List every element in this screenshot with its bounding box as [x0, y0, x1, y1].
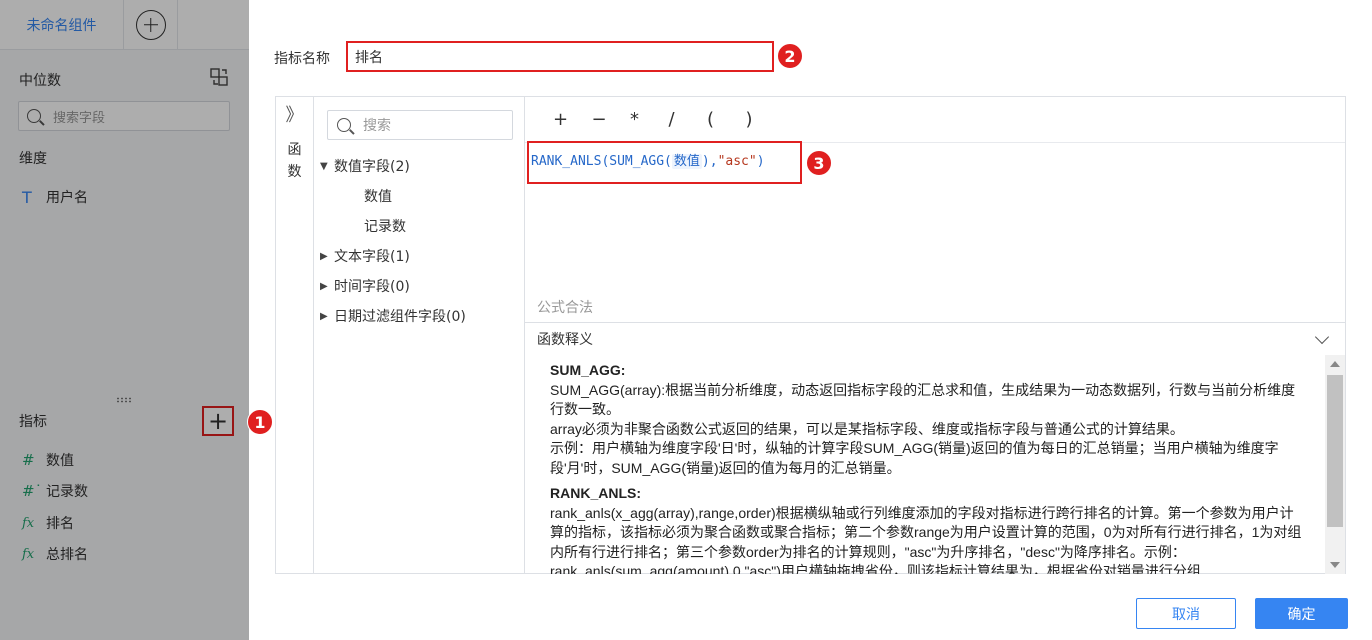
caret-right-icon: ▶	[320, 280, 328, 292]
metric-label: 排名	[46, 516, 74, 532]
formula-suffix: )	[756, 154, 765, 169]
tree-node-label: 数值字段(2)	[334, 159, 410, 175]
count-field-icon: #˙	[22, 482, 43, 500]
formula-area: + − * / ( ) RANK_ANLS(SUM_AGG(数值),"asc")…	[525, 97, 1345, 574]
tree-leaf-count[interactable]: 记录数	[364, 216, 406, 236]
search-icon	[337, 118, 351, 132]
formula-fx-icon: fx	[22, 515, 35, 531]
left-field-panel: 未命名组件 中位数 搜索字段 维度 T 用户名 指标 + # 数值 #˙ 记录数…	[0, 0, 249, 640]
operator-close-paren-button[interactable]: )	[746, 109, 785, 130]
explain-scrollbar[interactable]	[1325, 355, 1345, 574]
tree-search-placeholder: 搜索	[363, 118, 391, 134]
metric-title: 指标	[19, 414, 47, 430]
operator-multiply-button[interactable]: *	[630, 109, 669, 130]
operator-minus-button[interactable]: −	[592, 109, 631, 130]
formula-prefix: RANK_ANLS(SUM_AGG(	[531, 154, 672, 169]
copy-icon[interactable]	[210, 68, 228, 86]
tree-node-label: 文本字段(1)	[334, 249, 410, 265]
tree-node-text[interactable]: ▶ 文本字段(1)	[320, 246, 410, 266]
formula-field-chip[interactable]: 数值	[671, 154, 702, 169]
caret-right-icon: ▶	[320, 250, 328, 262]
cancel-button[interactable]: 取消	[1136, 598, 1236, 629]
metric-label: 记录数	[46, 484, 88, 500]
explain-title: 函数释义	[537, 331, 593, 348]
plus-icon: +	[207, 407, 229, 435]
formula-middle: ),	[701, 154, 718, 169]
tree-leaf-value[interactable]: 数值	[364, 186, 392, 206]
function-explain-body: SUM_AGG: SUM_AGG(array):根据当前分析维度，动态返回指标字…	[525, 355, 1345, 574]
metric-name-input[interactable]: 排名	[346, 41, 774, 72]
tab-unnamed-component[interactable]: 未命名组件	[0, 0, 124, 49]
metric-label: 总排名	[46, 547, 88, 563]
metric-label: 数值	[46, 453, 74, 469]
field-tree: 搜索 ▼ 数值字段(2) 数值 记录数 ▶ 文本字段(1) ▶ 时间字段(0) …	[314, 97, 525, 573]
formula-string: "asc"	[717, 154, 757, 169]
explain-text: array必须为非聚合函数公式返回的结果，可以是某指标字段、维度或指标字段与普通…	[550, 420, 1184, 437]
caret-right-icon: ▶	[320, 310, 328, 322]
metric-item-rank[interactable]: fx 排名	[22, 513, 74, 533]
operator-open-paren-button[interactable]: (	[707, 109, 746, 130]
function-explain-header[interactable]: 函数释义	[525, 322, 1345, 354]
metric-item-total-rank[interactable]: fx 总排名	[22, 544, 88, 564]
component-tabs: 未命名组件	[0, 0, 249, 50]
step-badge-1: 1	[247, 409, 273, 435]
chevron-down-icon	[1314, 329, 1330, 345]
add-tab-button[interactable]	[124, 0, 178, 49]
explain-fn-title: SUM_AGG:	[550, 362, 626, 378]
formula-fx-icon: fx	[22, 546, 35, 562]
explain-text: 示例：用户横轴为维度字段'日'时，纵轴的计算字段SUM_AGG(销量)返回的值为…	[550, 440, 1279, 476]
tree-node-time[interactable]: ▶ 时间字段(0)	[320, 276, 410, 296]
step-badge-2: 2	[777, 43, 803, 69]
explain-text: rank_anls(x_agg(array),range,order)根据横纵轴…	[550, 504, 1302, 575]
text-type-icon: T	[22, 187, 32, 207]
tree-search-input[interactable]: 搜索	[327, 110, 513, 140]
tree-node-label: 时间字段(0)	[334, 279, 410, 295]
function-label: 函数	[287, 142, 302, 180]
scroll-thumb[interactable]	[1327, 375, 1343, 527]
operator-plus-button[interactable]: +	[553, 109, 592, 130]
explain-fn-title: RANK_ANLS:	[550, 485, 641, 501]
component-title: 中位数	[19, 73, 61, 89]
explain-text: SUM_AGG(array):根据当前分析维度，动态返回指标字段的汇总求和值，生…	[550, 381, 1296, 418]
formula-input[interactable]: RANK_ANLS(SUM_AGG(数值),"asc")	[527, 141, 802, 184]
dimension-item-username[interactable]: T 用户名	[22, 187, 88, 207]
tree-node-date-filter[interactable]: ▶ 日期过滤组件字段(0)	[320, 306, 466, 326]
function-panel-toggle[interactable]: 》 函数	[276, 97, 314, 573]
add-metric-button[interactable]: +	[202, 406, 234, 436]
formula-dialog: 指标名称 排名 2 》 函数 搜索 ▼ 数值字段(2) 数值 记录数 ▶ 文本字…	[249, 0, 1372, 640]
confirm-button[interactable]: 确定	[1255, 598, 1348, 629]
caret-down-icon: ▼	[320, 160, 328, 172]
double-chevron-right-icon: 》	[285, 105, 304, 126]
add-circle-icon	[135, 9, 166, 40]
metric-name-label: 指标名称	[274, 51, 330, 67]
resize-grip-icon[interactable]	[116, 397, 132, 403]
formula-valid-status: 公式合法	[537, 300, 593, 316]
tree-node-numeric[interactable]: ▼ 数值字段(2)	[320, 156, 410, 176]
dimension-title: 维度	[19, 151, 47, 167]
operator-toolbar: + − * / ( )	[525, 97, 1345, 143]
scroll-down-icon[interactable]	[1330, 562, 1340, 568]
search-icon	[27, 109, 41, 123]
scroll-up-icon[interactable]	[1330, 361, 1340, 367]
tree-node-label: 日期过滤组件字段(0)	[334, 309, 466, 325]
dimension-label: 用户名	[46, 190, 88, 206]
number-field-icon: #	[22, 451, 35, 469]
operator-divide-button[interactable]: /	[669, 109, 708, 130]
step-badge-3: 3	[806, 150, 832, 176]
search-placeholder: 搜索字段	[53, 110, 106, 126]
metric-item-count[interactable]: #˙ 记录数	[22, 481, 88, 501]
metric-item-value[interactable]: # 数值	[22, 450, 74, 470]
field-search-input[interactable]: 搜索字段	[18, 101, 230, 131]
